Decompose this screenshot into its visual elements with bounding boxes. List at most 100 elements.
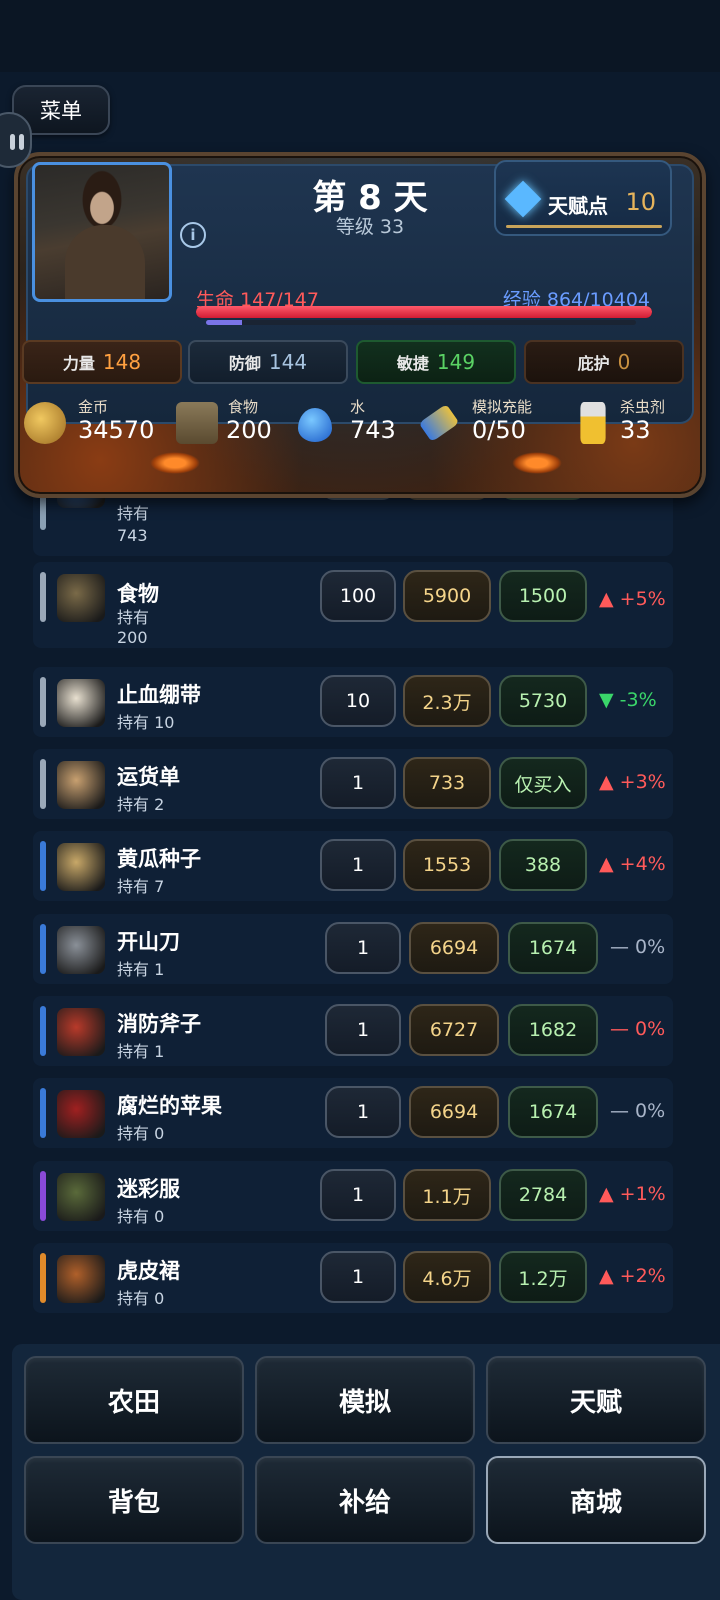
hud-lamp-left bbox=[150, 452, 200, 474]
rarity-stripe bbox=[40, 1171, 46, 1221]
quantity-button[interactable]: 1 bbox=[320, 1251, 396, 1303]
item-icon bbox=[57, 926, 105, 974]
stat-agility-label: 敏捷 bbox=[396, 354, 429, 373]
price-trend: ▲ +1% bbox=[599, 1183, 666, 1205]
rarity-stripe bbox=[40, 924, 46, 974]
item-name: 黄瓜种子 bbox=[117, 847, 201, 871]
buy-price-button[interactable]: 1553 bbox=[403, 839, 491, 891]
stat-defense-value: 144 bbox=[268, 350, 308, 374]
nav-supply-button[interactable]: 补给 bbox=[255, 1456, 475, 1544]
sell-price-button[interactable]: 1.2万 bbox=[499, 1251, 587, 1303]
stat-strength-label: 力量 bbox=[62, 354, 95, 373]
quantity-button[interactable]: 1 bbox=[325, 1004, 401, 1056]
buy-price-button[interactable]: 6727 bbox=[409, 1004, 499, 1056]
stat-strength-value: 148 bbox=[102, 350, 142, 374]
item-held-count: 持有 0 bbox=[117, 1124, 165, 1143]
buy-price-button[interactable]: 6694 bbox=[409, 922, 499, 974]
sell-price-button[interactable]: 1674 bbox=[508, 1086, 598, 1138]
sell-price-button[interactable]: 2784 bbox=[499, 1169, 587, 1221]
item-row: 开山刀 持有 1 1 6694 1674 — 0% bbox=[33, 914, 673, 984]
buy-price-button[interactable]: 733 bbox=[403, 757, 491, 809]
nav-simulate-button[interactable]: 模拟 bbox=[255, 1356, 475, 1444]
item-name: 消防斧子 bbox=[117, 1012, 201, 1036]
buy-price-button[interactable]: 4.6万 bbox=[403, 1251, 491, 1303]
sell-price-button[interactable]: 1674 bbox=[508, 922, 598, 974]
item-held-count: 持有 10 bbox=[117, 713, 175, 732]
item-held-count: 持有 0 bbox=[117, 1289, 165, 1308]
resource-sim-charge: 模拟充能 0/50 bbox=[418, 396, 548, 448]
exp-bar bbox=[206, 320, 636, 325]
stat-strength: 力量 148 bbox=[22, 340, 182, 384]
info-icon[interactable]: i bbox=[180, 222, 206, 248]
sell-price-button[interactable]: 1500 bbox=[499, 570, 587, 622]
item-held-amount: 200 bbox=[117, 628, 148, 647]
quantity-button[interactable]: 100 bbox=[320, 570, 396, 622]
item-name: 腐烂的苹果 bbox=[117, 1094, 222, 1118]
quantity-button[interactable]: 10 bbox=[320, 675, 396, 727]
pesticide-value: 33 bbox=[620, 416, 651, 444]
quantity-button[interactable]: 1 bbox=[320, 839, 396, 891]
buy-price-button[interactable]: 1.1万 bbox=[403, 1169, 491, 1221]
item-row: 腐烂的苹果 持有 0 1 6694 1674 — 0% bbox=[33, 1078, 673, 1148]
stat-defense-label: 防御 bbox=[228, 354, 261, 373]
item-row: 迷彩服 持有 0 1 1.1万 2784 ▲ +1% bbox=[33, 1161, 673, 1231]
quantity-button[interactable]: 1 bbox=[325, 922, 401, 974]
food-icon bbox=[176, 402, 218, 444]
talent-points-value: 10 bbox=[625, 188, 656, 216]
buy-price-button[interactable]: 2.3万 bbox=[403, 675, 491, 727]
water-icon bbox=[298, 408, 332, 442]
price-trend: ▲ +5% bbox=[599, 588, 666, 610]
item-icon bbox=[57, 761, 105, 809]
nav-backpack-button[interactable]: 背包 bbox=[24, 1456, 244, 1544]
item-held-count: 持有 2 bbox=[117, 795, 165, 814]
stat-agility-value: 149 bbox=[436, 350, 476, 374]
gold-label: 金币 bbox=[78, 398, 109, 416]
nav-shop-button[interactable]: 商城 bbox=[486, 1456, 706, 1544]
item-held-amount: 743 bbox=[117, 526, 148, 545]
sell-price-button[interactable]: 5730 bbox=[499, 675, 587, 727]
water-label: 水 bbox=[350, 398, 366, 416]
rarity-stripe bbox=[40, 1088, 46, 1138]
item-icon bbox=[57, 574, 105, 622]
item-row: 虎皮裙 持有 0 1 4.6万 1.2万 ▲ +2% bbox=[33, 1243, 673, 1313]
price-trend: ▼ -3% bbox=[599, 689, 657, 711]
item-name: 虎皮裙 bbox=[117, 1259, 180, 1283]
character-portrait[interactable] bbox=[32, 162, 172, 302]
buy-price-button[interactable]: 5900 bbox=[403, 570, 491, 622]
nav-talent-button[interactable]: 天赋 bbox=[486, 1356, 706, 1444]
rarity-stripe bbox=[40, 1253, 46, 1303]
quantity-button[interactable]: 1 bbox=[325, 1086, 401, 1138]
buy-price-button[interactable]: 6694 bbox=[409, 1086, 499, 1138]
item-held-count: 持有 bbox=[117, 504, 150, 523]
sell-price-button[interactable]: 1682 bbox=[508, 1004, 598, 1056]
item-held-count: 持有 1 bbox=[117, 960, 165, 979]
item-held-count: 持有 1 bbox=[117, 1042, 165, 1061]
talent-crystal-icon bbox=[504, 180, 542, 218]
quantity-button[interactable]: 1 bbox=[320, 757, 396, 809]
stat-defense: 防御 144 bbox=[188, 340, 348, 384]
hp-bar bbox=[196, 306, 652, 318]
sell-price-button[interactable]: 仅买入 bbox=[499, 757, 587, 809]
nav-farm-button[interactable]: 农田 bbox=[24, 1356, 244, 1444]
item-name: 运货单 bbox=[117, 765, 180, 789]
resource-water: 水 743 bbox=[298, 396, 398, 448]
sim-charge-label: 模拟充能 bbox=[472, 398, 533, 416]
rarity-stripe bbox=[40, 677, 46, 727]
talent-points-box[interactable]: 天赋点 10 bbox=[494, 160, 672, 236]
item-icon bbox=[57, 1173, 105, 1221]
sell-price-button[interactable]: 388 bbox=[499, 839, 587, 891]
sim-charge-value: 0/50 bbox=[472, 416, 526, 444]
item-icon bbox=[57, 843, 105, 891]
player-level: 等级 33 bbox=[335, 216, 405, 238]
item-held-count: 持有 0 bbox=[117, 1207, 165, 1226]
item-icon bbox=[57, 1090, 105, 1138]
coin-icon bbox=[24, 402, 66, 444]
battery-icon bbox=[418, 403, 460, 443]
quantity-button[interactable]: 1 bbox=[320, 1169, 396, 1221]
rarity-stripe bbox=[40, 759, 46, 809]
rarity-stripe bbox=[40, 1006, 46, 1056]
food-label: 食物 bbox=[228, 398, 259, 416]
item-row: 止血绷带 持有 10 10 2.3万 5730 ▼ -3% bbox=[33, 667, 673, 737]
price-trend: — 0% bbox=[610, 1100, 666, 1122]
status-bar bbox=[0, 0, 720, 72]
